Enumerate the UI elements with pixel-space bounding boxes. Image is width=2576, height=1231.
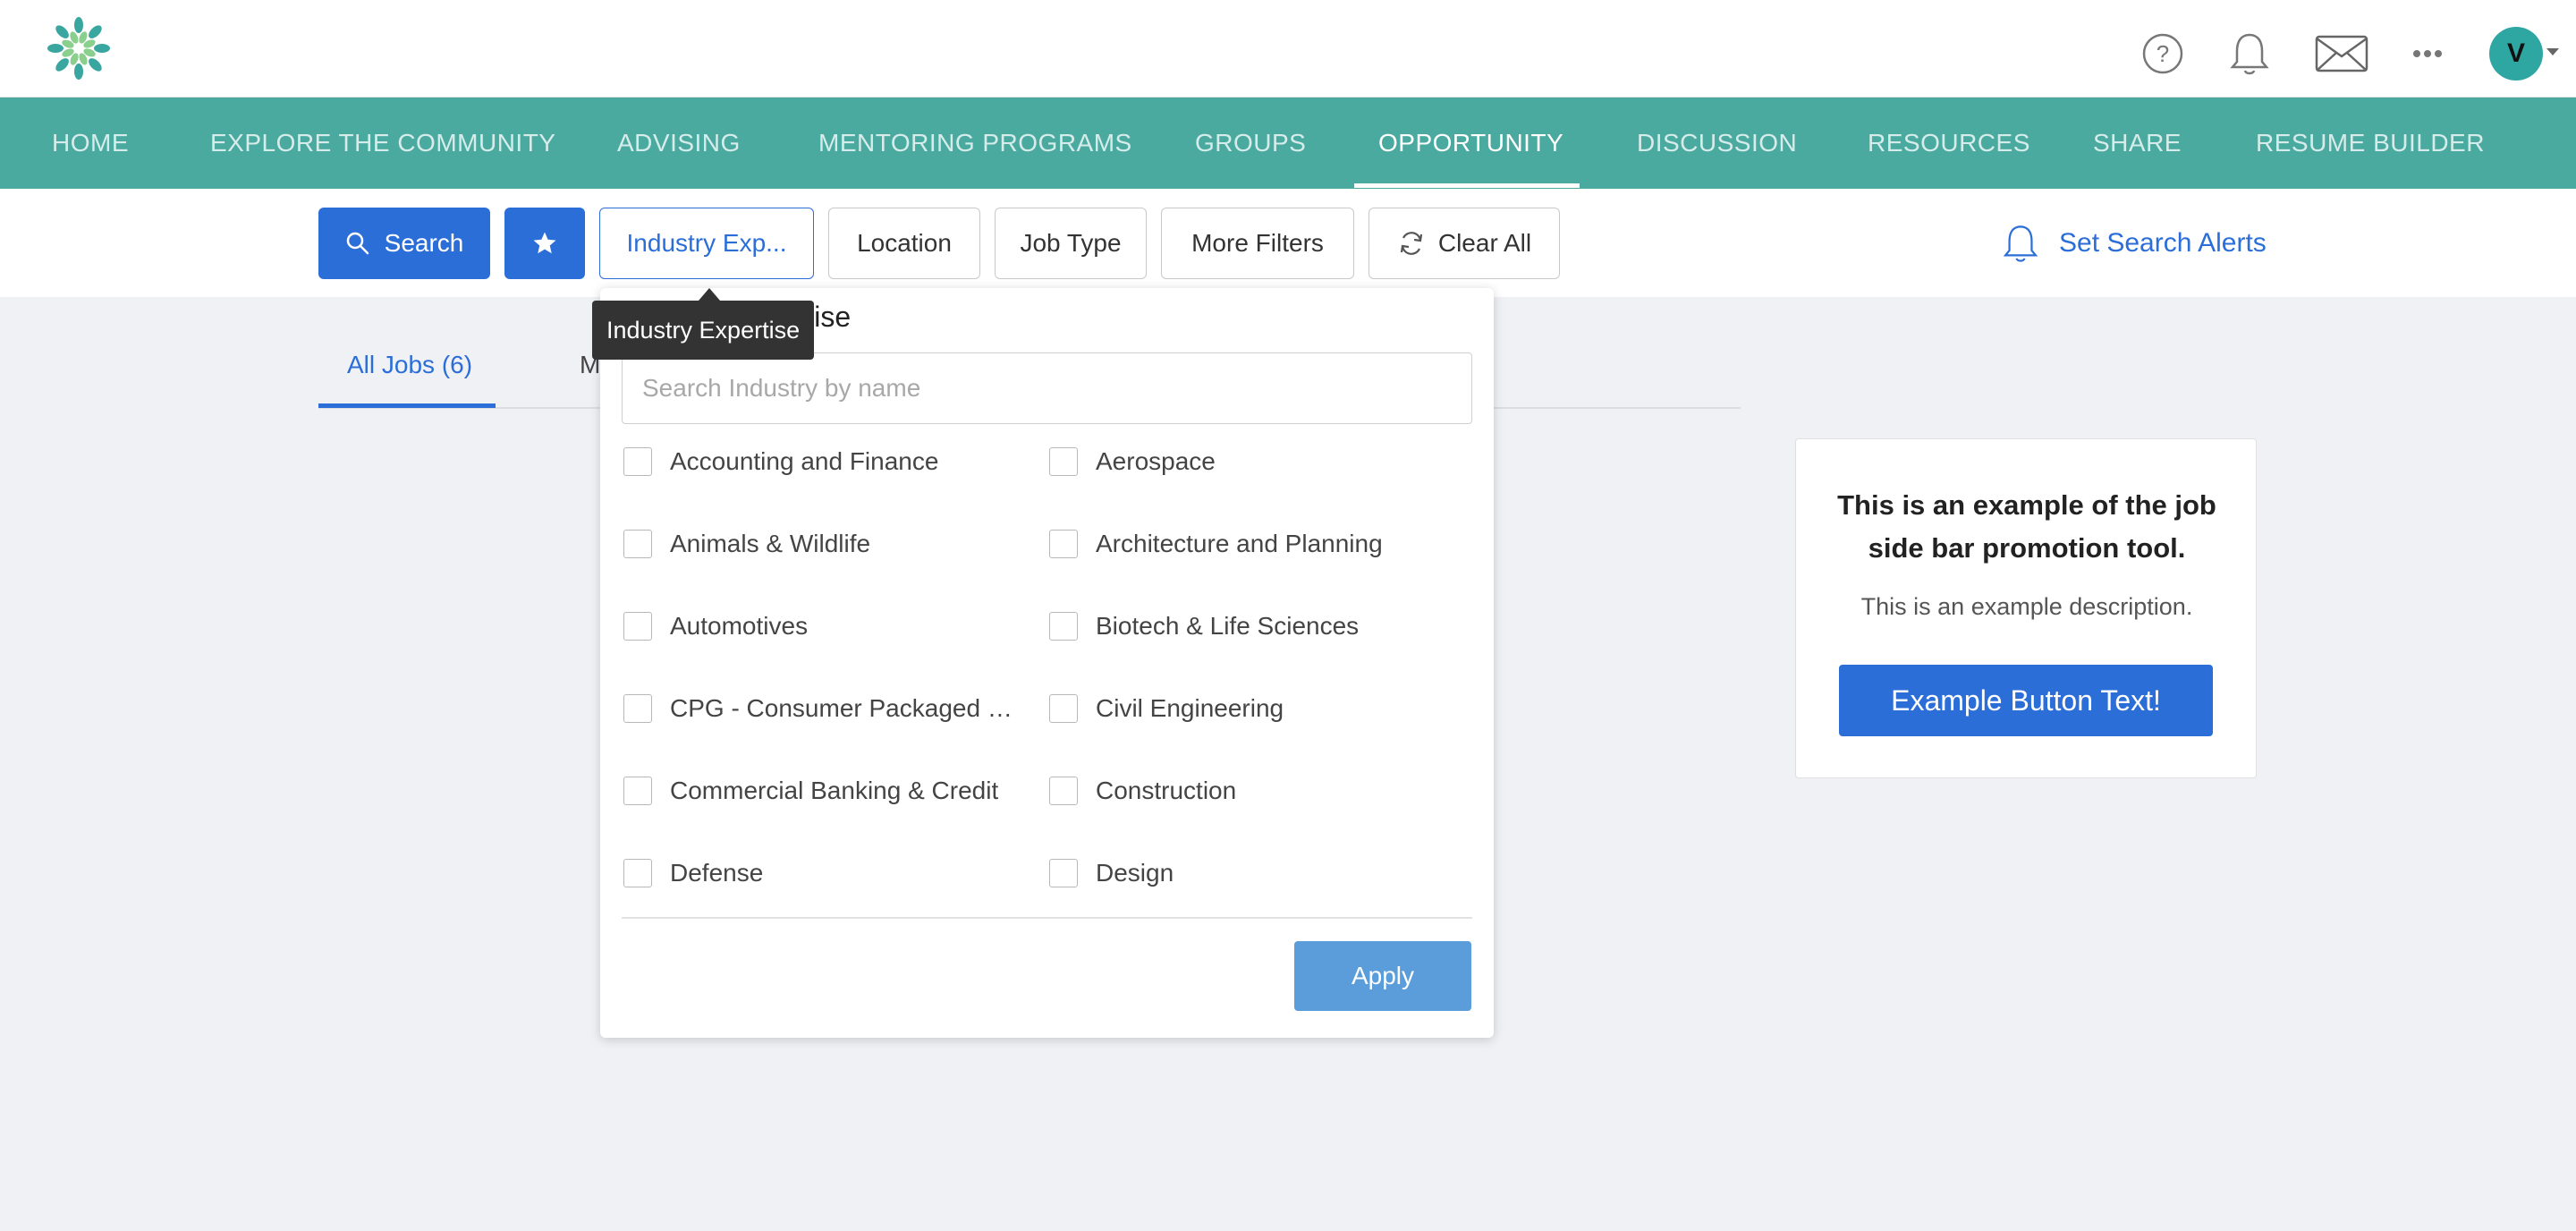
tooltip-arrow [699,288,720,301]
tab-all-jobs[interactable]: All Jobs (6) [347,351,472,379]
set-search-alerts-label: Set Search Alerts [2059,228,2267,258]
industry-option[interactable]: Automotives [623,608,1017,644]
checkbox[interactable] [623,447,652,476]
industry-option[interactable]: Commercial Banking & Credit [623,773,1017,809]
promotion-card: This is an example of the job side bar p… [1795,438,2257,778]
industry-option-label: Architecture and Planning [1096,530,1383,557]
nav-resume-builder[interactable]: RESUME BUILDER [2256,98,2485,189]
nav-explore-community[interactable]: EXPLORE THE COMMUNITY [210,98,555,189]
checkbox[interactable] [623,859,652,887]
industry-option-label: Construction [1096,777,1237,804]
industry-option-label: Aerospace [1096,447,1216,475]
industry-search-input[interactable] [622,352,1472,424]
bell-icon [2003,225,2038,262]
industry-option-label: Automotives [670,612,809,640]
nav-advising[interactable]: ADVISING [617,98,741,189]
refresh-icon [1400,232,1422,255]
checkbox[interactable] [1049,694,1078,723]
panel-divider [622,917,1472,919]
industry-option-label: Design [1096,859,1174,887]
tab-active-indicator [318,403,496,408]
checkbox[interactable] [623,612,652,641]
industry-option-label: Animals & Wildlife [670,530,871,557]
industry-option-label: Civil Engineering [1096,694,1284,722]
nav-groups[interactable]: GROUPS [1195,98,1306,189]
industry-option-label: Commercial Banking & Credit [670,777,999,804]
clear-all-button[interactable]: Clear All [1368,208,1560,279]
saved-searches-button[interactable] [504,208,585,279]
help-icon[interactable]: ? [2134,25,2191,82]
nav-active-indicator [1354,183,1580,188]
nav-home[interactable]: HOME [52,98,129,189]
industry-option-label: Biotech & Life Sciences [1096,612,1360,640]
tooltip: Industry Expertise [592,301,815,360]
industry-option-label: Accounting and Finance [670,447,939,475]
flower-logo-icon[interactable] [45,14,113,82]
industry-option[interactable]: Accounting and Finance [623,444,1017,480]
promotion-title: This is an example of the job side bar p… [1837,489,2216,564]
checkbox[interactable] [1049,447,1078,476]
nav-share[interactable]: SHARE [2093,98,2182,189]
set-search-alerts-link[interactable]: Set Search Alerts [2000,220,2267,267]
nav-discussion[interactable]: DISCUSSION [1637,98,1797,189]
svg-text:?: ? [2157,40,2169,67]
search-button[interactable]: Search [318,208,490,279]
checkbox[interactable] [1049,612,1078,641]
search-button-label: Search [384,229,464,257]
industry-option[interactable]: Biotech & Life Sciences [1049,608,1461,644]
nav-mentoring-programs[interactable]: MENTORING PROGRAMS [818,98,1132,189]
industry-option[interactable]: Defense [623,855,1017,891]
nav-opportunity[interactable]: OPPORTUNITY [1378,98,1563,189]
industry-filter-button[interactable]: Industry Exp... [599,208,814,279]
search-icon [346,232,369,255]
industry-option[interactable]: Construction [1049,773,1461,809]
job-type-filter-button[interactable]: Job Type [995,208,1147,279]
promotion-button[interactable]: Example Button Text! [1839,665,2213,736]
industry-option-label: CPG - Consumer Packaged G... [670,694,1017,722]
checkbox[interactable] [623,694,652,723]
promotion-description: This is an example description. [1860,593,2193,620]
checkbox[interactable] [623,530,652,558]
industry-option-label: Defense [670,859,764,887]
industry-option[interactable]: Civil Engineering [1049,691,1461,726]
more-icon[interactable] [2399,25,2456,82]
industry-dropdown: Industry Expertise Accounting and Financ… [600,288,1494,1038]
clear-all-label: Clear All [1437,229,1532,257]
apply-button[interactable]: Apply [1294,941,1471,1011]
industry-option[interactable]: Design [1049,855,1461,891]
top-bar: ? V [0,0,2576,98]
industry-option[interactable]: Animals & Wildlife [623,526,1017,562]
star-icon [533,232,556,254]
location-filter-button[interactable]: Location [828,208,980,279]
chevron-down-icon[interactable] [2546,48,2559,55]
checkbox[interactable] [1049,530,1078,558]
checkbox[interactable] [623,777,652,805]
main-nav: HOME EXPLORE THE COMMUNITY ADVISING MENT… [0,98,2576,189]
nav-resources[interactable]: RESOURCES [1868,98,2030,189]
avatar[interactable]: V [2489,27,2543,81]
mail-icon[interactable] [2313,25,2370,82]
checkbox[interactable] [1049,777,1078,805]
bell-icon[interactable] [2221,25,2278,82]
more-filters-button[interactable]: More Filters [1161,208,1354,279]
industry-option[interactable]: Architecture and Planning [1049,526,1461,562]
checkbox[interactable] [1049,859,1078,887]
industry-option[interactable]: CPG - Consumer Packaged G... [623,691,1017,726]
industry-option[interactable]: Aerospace [1049,444,1461,480]
